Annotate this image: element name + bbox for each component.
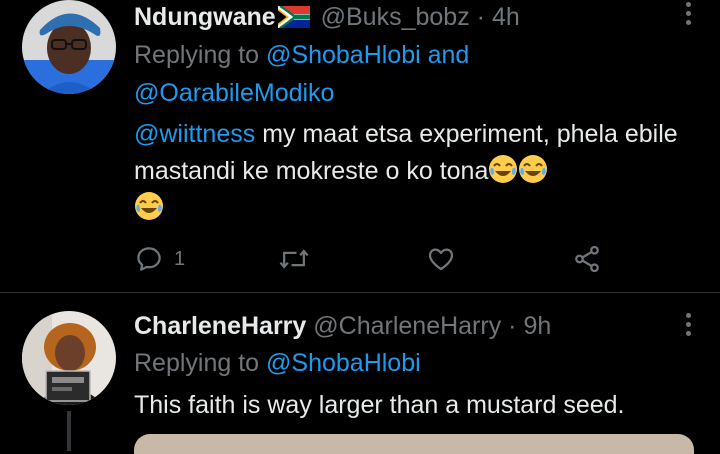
share-icon[interactable] xyxy=(572,244,602,274)
display-name[interactable]: CharleneHarry xyxy=(134,312,306,340)
display-name[interactable]: Ndungwane xyxy=(134,3,276,31)
retweet-icon[interactable] xyxy=(278,244,310,274)
share-button[interactable] xyxy=(572,242,602,276)
timestamp[interactable]: 4h xyxy=(492,3,520,31)
avatar[interactable] xyxy=(22,0,116,94)
mention-link[interactable]: @wiittness xyxy=(134,120,255,148)
replying-prefix: Replying to xyxy=(134,41,260,69)
thread-line xyxy=(67,411,71,451)
avatar[interactable] xyxy=(22,311,116,405)
media-preview[interactable] xyxy=(134,434,694,454)
face-with-tears-of-joy-icon xyxy=(134,191,164,221)
reply-button[interactable]: 1 xyxy=(134,242,185,276)
separator: · xyxy=(476,3,485,31)
more-icon[interactable] xyxy=(686,2,692,29)
mention-link[interactable]: @OarabileModiko xyxy=(134,79,334,107)
replying-joiner: and xyxy=(427,41,470,69)
face-with-tears-of-joy-icon xyxy=(488,154,518,184)
separator: · xyxy=(508,312,517,340)
south-africa-flag-icon xyxy=(277,5,311,35)
tweet[interactable]: CharleneHarry @CharleneHarry · 9h Replyi… xyxy=(0,293,720,454)
reply-icon[interactable] xyxy=(134,244,164,274)
tweet-text: This faith is way larger than a mustard … xyxy=(134,391,625,419)
reply-count: 1 xyxy=(174,247,186,270)
like-icon[interactable] xyxy=(426,244,456,274)
mention-link[interactable]: @ShobaHlobi xyxy=(266,41,421,69)
like-button[interactable] xyxy=(426,242,456,276)
more-icon[interactable] xyxy=(686,313,692,340)
handle[interactable]: @CharleneHarry xyxy=(313,312,501,340)
tweet-actions: 1 xyxy=(134,242,614,276)
replying-to: Replying to @ShobaHlobi and @OarabileMod… xyxy=(134,36,694,112)
retweet-button[interactable] xyxy=(278,242,310,276)
timestamp[interactable]: 9h xyxy=(523,312,551,340)
tweet[interactable]: Ndungwane @Buks_bobz · 4h Replying to @S… xyxy=(0,0,720,292)
tweet-text: @wiittness my maat etsa experiment, phel… xyxy=(134,116,694,227)
tweet-header: CharleneHarry @CharleneHarry · 9h xyxy=(134,311,551,341)
replying-prefix: Replying to xyxy=(134,349,260,377)
tweet-header: Ndungwane @Buks_bobz · 4h xyxy=(134,2,520,35)
handle[interactable]: @Buks_bobz xyxy=(321,3,470,31)
mention-link[interactable]: @ShobaHlobi xyxy=(266,349,421,377)
face-with-tears-of-joy-icon xyxy=(518,154,548,184)
replying-to: Replying to @ShobaHlobi xyxy=(134,344,694,382)
